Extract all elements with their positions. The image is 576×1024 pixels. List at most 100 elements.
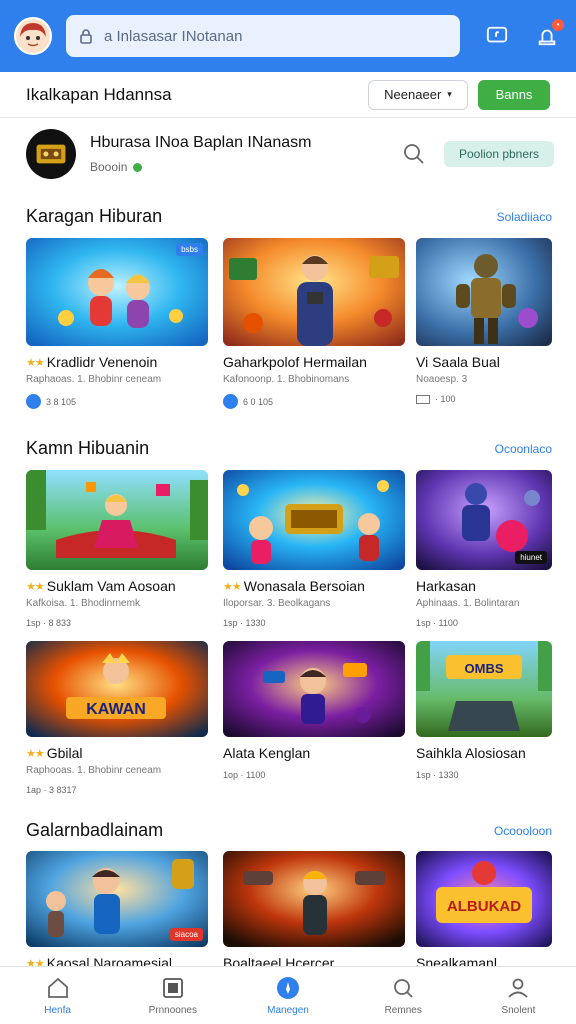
store-status: Boooin xyxy=(90,160,402,174)
top-bar: a Inlasasar INotanan • xyxy=(0,0,576,72)
game-card[interactable]: KAWAN ★★ Gbilal Raphooas. 1. Bhobinr cen… xyxy=(26,641,208,795)
game-card[interactable]: hiunet Harkasan Aphinaas. 1. Bolintaran … xyxy=(416,470,552,628)
svg-text:KAWAN: KAWAN xyxy=(86,701,146,718)
sort-select[interactable]: Neenaeer ▾ xyxy=(368,79,468,110)
primary-action-button[interactable]: Banns xyxy=(478,79,550,110)
avatar-icon xyxy=(16,19,50,53)
compass-icon xyxy=(277,976,299,999)
nav-label: Manegen xyxy=(267,1004,309,1016)
game-card[interactable]: Vi Saala Bual Noaoesp. 3 · 100 xyxy=(416,238,552,404)
game-subtitle: Kafonoonp. 1. Bhobinomans xyxy=(223,374,350,385)
game-meta: 1sp · 1330 xyxy=(223,618,405,628)
notification-button[interactable]: • xyxy=(534,19,564,49)
game-thumbnail: KAWAN xyxy=(26,641,208,737)
game-card[interactable]: ★★ Wonasala Bersoian Iloporsar. 3. Beolk… xyxy=(223,470,405,628)
nav-label: Prnnoones xyxy=(148,1004,197,1016)
thumbnail-badge: bsbs xyxy=(176,243,203,256)
search-icon xyxy=(394,978,413,998)
game-card[interactable]: siacoa ★★ Kaosal Naroamesial xyxy=(26,851,208,971)
game-meta: 1op · 1100 xyxy=(223,770,405,780)
game-meta: 1sp · 1330 xyxy=(416,770,552,780)
square-icon xyxy=(162,977,183,998)
store-logo-icon xyxy=(36,144,66,164)
chevron-down-icon: ▾ xyxy=(447,89,452,99)
store-info: Hburasa INoa Baplan INanasm Boooin Pooli… xyxy=(26,124,554,184)
game-meta: 6 0 105 xyxy=(223,394,405,409)
nav-item-programs[interactable]: Prnnoones xyxy=(115,967,230,1024)
game-subtitle: Raphooas. 1. Bhobinr ceneam xyxy=(26,765,162,776)
game-meta-text: 1sp · 8 833 xyxy=(26,618,72,628)
game-meta-text: · 100 xyxy=(435,394,456,404)
section-title: Galarnbadlainam xyxy=(26,820,164,840)
game-card[interactable]: ALBUKAD Snealkamanl xyxy=(416,851,552,971)
section-see-all-link[interactable]: Ocoooloon xyxy=(494,824,552,838)
section-header-2: Kamn Hibuanin Ocoonlaco xyxy=(26,438,552,459)
section-see-all-link[interactable]: Soladiiaco xyxy=(497,210,552,224)
page-title: Ikalkapan Hdannsa xyxy=(26,84,172,104)
store-status-text: Boooin xyxy=(90,160,128,174)
game-title: Vi Saala Bual xyxy=(416,354,500,370)
thumbnail-badge: hiunet xyxy=(515,551,547,564)
online-status-icon xyxy=(133,162,143,172)
store-text: Hburasa INoa Baplan INanasm Boooin xyxy=(90,134,402,174)
nav-item-profile[interactable]: Snolent xyxy=(461,967,576,1024)
screen-icon xyxy=(416,394,430,404)
game-card[interactable]: Gaharkpolof Hermailan Kafonoonp. 1. Bhob… xyxy=(223,238,405,409)
game-title: Gbilal xyxy=(46,745,83,761)
game-title-row: Vi Saala Bual xyxy=(416,354,552,370)
game-meta: 3 8 105 xyxy=(26,394,208,409)
chat-button[interactable] xyxy=(484,23,510,49)
user-icon xyxy=(508,978,529,998)
game-title-row: Harkasan xyxy=(416,578,552,594)
game-title: Saihkla Alosiosan xyxy=(416,745,526,761)
game-title-row: Alata Kenglan xyxy=(223,745,405,761)
section-see-all-link[interactable]: Ocoonlaco xyxy=(495,442,552,456)
game-title-row: ★★ Kradlidr Venenoin xyxy=(26,354,208,370)
game-subtitle: Noaoesp. 3 xyxy=(416,374,468,385)
game-thumbnail: bsbs xyxy=(26,238,208,346)
game-thumbnail xyxy=(26,470,208,570)
store-logo[interactable] xyxy=(26,129,76,179)
game-meta: 1ap · 3 8317 xyxy=(26,785,208,795)
game-title: Gaharkpolof Hermailan xyxy=(223,354,367,370)
url-bar[interactable]: a Inlasasar INotanan xyxy=(66,15,460,57)
nav-item-home[interactable]: Henfa xyxy=(0,967,115,1024)
game-meta: · 100 xyxy=(416,394,552,404)
notification-badge: • xyxy=(552,19,564,31)
home-icon xyxy=(47,977,68,998)
game-title: Wonasala Bersoian xyxy=(243,578,365,594)
game-card[interactable]: Alata Kenglan 1op · 1100 xyxy=(223,641,405,780)
page-header: Ikalkapan Hdannsa Neenaeer ▾ Banns xyxy=(0,72,576,118)
game-thumbnail: hiunet xyxy=(416,470,552,570)
game-card[interactable]: bsbs ★★ Kradlidr Venenoin Raphaoas. 1. B… xyxy=(26,238,208,409)
game-subtitle: Iloporsar. 3. Beolkagans xyxy=(223,598,331,609)
avatar[interactable] xyxy=(14,17,52,55)
game-title-row: ★★ Wonasala Bersoian xyxy=(223,578,405,594)
chat-icon xyxy=(486,26,508,43)
game-subtitle: Aphinaas. 1. Bolintaran xyxy=(416,598,520,609)
game-card[interactable]: OMBS Saihkla Alosiosan 1sp · 1330 xyxy=(416,641,552,780)
nav-label: Remnes xyxy=(384,1004,422,1016)
sort-select-label: Neenaeer xyxy=(384,87,442,102)
game-meta: 1sp · 1100 xyxy=(416,618,552,628)
game-title: Harkasan xyxy=(416,578,476,594)
game-thumbnail: siacoa xyxy=(26,851,208,947)
follow-button[interactable]: Poolion pbners xyxy=(444,141,554,167)
store-name: Hburasa INoa Baplan INanasm xyxy=(90,134,312,151)
play-icon xyxy=(223,394,238,409)
game-card[interactable]: Boaltaeel Hcercer xyxy=(223,851,405,971)
star-rating-icon: ★★ xyxy=(26,580,45,593)
game-meta: 1sp · 8 833 xyxy=(26,618,208,628)
game-title: Suklam Vam Aosoan xyxy=(46,578,176,594)
game-title-row: ★★ Gbilal xyxy=(26,745,208,761)
game-meta-text: 1sp · 1330 xyxy=(223,618,266,628)
nav-item-search[interactable]: Remnes xyxy=(346,967,461,1024)
game-meta-text: 1sp · 1100 xyxy=(416,618,458,628)
game-subtitle: Kafkoisa. 1. Bhodinrnemk xyxy=(26,598,140,609)
search-icon[interactable] xyxy=(402,142,426,166)
nav-item-manage[interactable]: Manegen xyxy=(230,967,345,1024)
game-thumbnail xyxy=(223,470,405,570)
section-title: Karagan Hiburan xyxy=(26,206,163,226)
game-card[interactable]: ★★ Suklam Vam Aosoan Kafkoisa. 1. Bhodin… xyxy=(26,470,208,628)
game-thumbnail xyxy=(223,641,405,737)
